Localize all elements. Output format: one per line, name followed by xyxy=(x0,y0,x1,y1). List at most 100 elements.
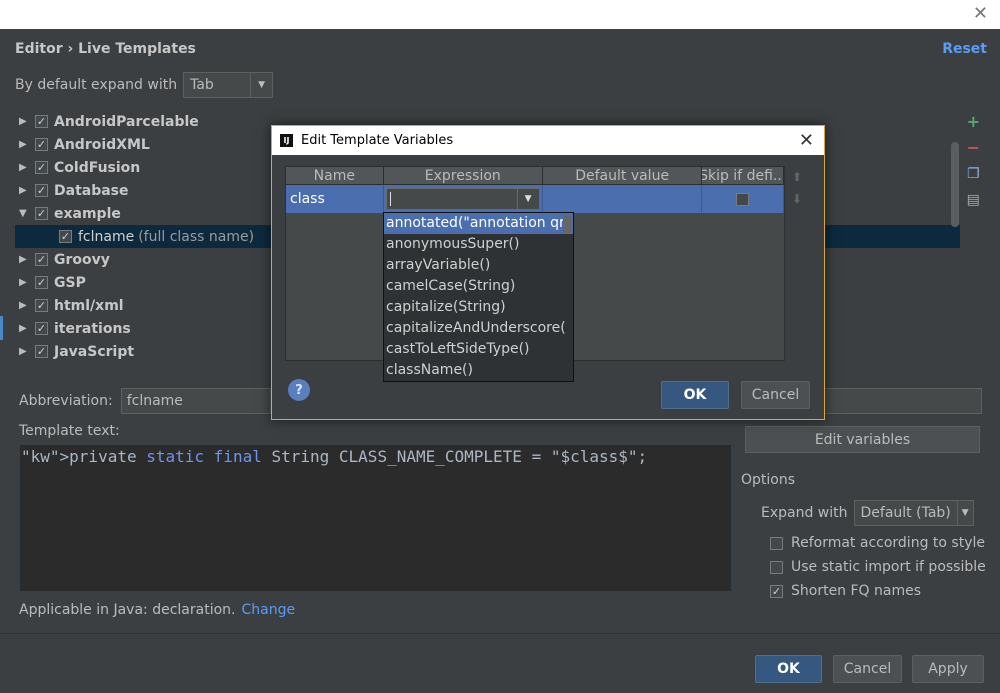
expand-with-label: Expand with xyxy=(761,505,848,521)
chevron-down-icon[interactable]: ▼ xyxy=(516,189,539,209)
dialog-cancel-button[interactable]: Cancel xyxy=(741,381,810,409)
cancel-button[interactable]: Cancel xyxy=(833,655,902,683)
shorten-fq-label: Shorten FQ names xyxy=(791,583,922,599)
chevron-down-icon[interactable]: ▼ xyxy=(956,501,973,525)
expand-triangle-icon[interactable]: ▶ xyxy=(15,277,35,288)
reset-link[interactable]: Reset xyxy=(942,41,987,57)
expand-triangle-icon[interactable]: ▶ xyxy=(15,254,35,265)
expand-with-row: Expand with Default (Tab) ▼ xyxy=(761,500,974,526)
ok-button[interactable]: OK xyxy=(755,655,822,683)
applicable-text: Applicable in Java: declaration. xyxy=(19,602,236,618)
apply-button[interactable]: Apply xyxy=(912,655,984,683)
checkbox-checked[interactable]: ✓ xyxy=(59,230,72,243)
edit-variables-button[interactable]: Edit variables xyxy=(745,426,980,453)
list-item[interactable]: capitalize(String) xyxy=(384,297,573,318)
default-expand-value: Tab xyxy=(190,77,214,93)
checkbox-checked[interactable]: ✓ xyxy=(35,207,48,220)
move-down-icon[interactable]: ⬇ xyxy=(792,192,802,206)
column-header-name[interactable]: Name xyxy=(286,167,384,184)
tree-group-label: html/xml xyxy=(54,297,124,314)
tree-group-label: JavaScript xyxy=(54,343,135,360)
chevron-down-icon[interactable]: ▼ xyxy=(250,73,272,97)
popup-scrollbar[interactable] xyxy=(563,215,571,233)
checkbox-checked[interactable]: ✓ xyxy=(35,184,48,197)
checkbox-checked[interactable]: ✓ xyxy=(35,276,48,289)
list-item[interactable]: anonymousSuper() xyxy=(384,234,573,255)
expand-triangle-icon[interactable]: ▶ xyxy=(15,300,35,311)
checkbox-checked[interactable]: ✓ xyxy=(35,299,48,312)
column-header-skip[interactable]: Skip if defi... xyxy=(702,167,784,184)
collapse-triangle-icon[interactable]: ▼ xyxy=(15,208,35,219)
expand-triangle-icon[interactable]: ▶ xyxy=(15,346,35,357)
applicable-context: Applicable in Java: declaration. Change xyxy=(19,602,295,618)
shorten-fq-option[interactable]: ✓ Shorten FQ names xyxy=(770,579,986,603)
restore-icon[interactable]: ▤ xyxy=(967,190,980,210)
checkbox-unchecked[interactable] xyxy=(736,192,750,206)
footer-divider xyxy=(0,633,1000,634)
static-import-option[interactable]: Use static import if possible xyxy=(770,555,986,579)
column-header-default[interactable]: Default value xyxy=(543,167,703,184)
expression-cell[interactable]: ▼ xyxy=(384,185,543,213)
template-text-editor[interactable]: "kw">private static final String CLASS_N… xyxy=(19,444,732,592)
checkbox-unchecked[interactable] xyxy=(770,560,783,574)
reorder-buttons: ⬆ ⬇ xyxy=(792,170,802,206)
intellij-icon: IJ xyxy=(280,134,293,147)
list-item[interactable]: capitalizeAndUnderscore( xyxy=(384,318,573,339)
expand-triangle-icon[interactable]: ▶ xyxy=(15,185,35,196)
description-input[interactable] xyxy=(822,388,982,414)
checkbox-checked[interactable]: ✓ xyxy=(35,322,48,335)
minus-icon[interactable]: − xyxy=(967,138,980,158)
left-accent-bar xyxy=(0,316,3,340)
expand-triangle-icon[interactable]: ▶ xyxy=(15,116,35,127)
dialog-titlebar: IJ Edit Template Variables ✕ xyxy=(272,126,824,155)
close-icon[interactable]: ✕ xyxy=(799,130,814,151)
plus-icon[interactable]: + xyxy=(967,112,980,132)
checkbox-checked[interactable]: ✓ xyxy=(35,345,48,358)
list-item[interactable]: arrayVariable() xyxy=(384,255,573,276)
list-item[interactable]: className() xyxy=(384,360,573,381)
expression-combo[interactable]: ▼ xyxy=(385,188,540,210)
expand-triangle-icon[interactable]: ▶ xyxy=(15,139,35,150)
help-icon[interactable]: ? xyxy=(288,379,310,401)
default-expand-select[interactable]: Tab ▼ xyxy=(183,72,274,98)
checkbox-unchecked[interactable] xyxy=(770,536,783,550)
variable-name-cell[interactable]: class xyxy=(286,185,384,213)
list-item[interactable]: annotated("annotation qr xyxy=(384,213,573,234)
expression-input[interactable] xyxy=(387,189,517,209)
skip-if-defined-cell[interactable] xyxy=(702,185,785,213)
checkbox-checked[interactable]: ✓ xyxy=(35,253,48,266)
dialog-title: Edit Template Variables xyxy=(301,133,454,148)
tree-group-label: iterations xyxy=(54,320,131,337)
abbreviation-input[interactable]: fclname xyxy=(120,388,271,414)
change-context-link[interactable]: Change xyxy=(241,602,295,618)
close-icon[interactable]: ✕ xyxy=(973,4,988,24)
checkbox-checked[interactable]: ✓ xyxy=(770,584,783,598)
dialog-ok-button[interactable]: OK xyxy=(661,381,729,409)
options-checkboxes: Reformat according to style Use static i… xyxy=(770,531,986,603)
tree-group-label: AndroidParcelable xyxy=(54,113,199,130)
window-titlebar: ✕ xyxy=(0,0,1000,29)
breadcrumb: Editor › Live Templates xyxy=(15,41,196,57)
default-value-cell[interactable] xyxy=(543,185,703,213)
reformat-option[interactable]: Reformat according to style xyxy=(770,531,986,555)
tree-group-label: Database xyxy=(54,182,129,199)
expand-triangle-icon[interactable]: ▶ xyxy=(15,162,35,173)
checkbox-checked[interactable]: ✓ xyxy=(35,161,48,174)
list-item[interactable]: camelCase(String) xyxy=(384,276,573,297)
options-panel: Options xyxy=(741,472,795,502)
checkbox-checked[interactable]: ✓ xyxy=(35,115,48,128)
expand-with-select[interactable]: Default (Tab) ▼ xyxy=(853,500,974,526)
expand-triangle-icon[interactable]: ▶ xyxy=(15,323,35,334)
list-item[interactable]: castToLeftSideType() xyxy=(384,339,573,360)
static-import-label: Use static import if possible xyxy=(791,559,986,575)
move-up-icon[interactable]: ⬆ xyxy=(792,170,802,184)
table-row[interactable]: class ▼ xyxy=(286,185,785,213)
checkbox-checked[interactable]: ✓ xyxy=(35,138,48,151)
tree-scrollbar[interactable] xyxy=(951,142,959,227)
reformat-label: Reformat according to style xyxy=(791,535,985,551)
column-header-expression[interactable]: Expression xyxy=(384,167,543,184)
copy-icon[interactable]: ❐ xyxy=(967,164,980,184)
tree-item-label: fclname xyxy=(78,228,135,245)
template-text-label: Template text: xyxy=(19,423,120,439)
default-expand-label: By default expand with xyxy=(15,77,178,93)
